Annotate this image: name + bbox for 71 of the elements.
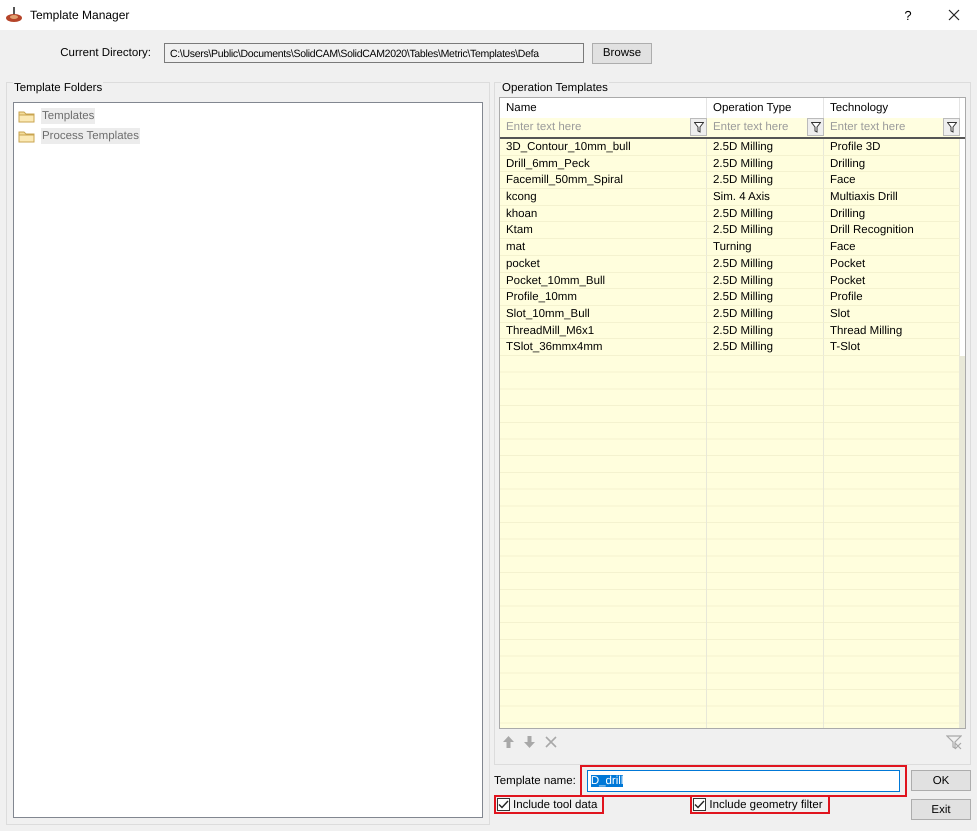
table-cell: Sim. 4 Axis bbox=[707, 189, 824, 206]
checkbox[interactable] bbox=[693, 798, 706, 811]
table-cell: 2.5D Milling bbox=[707, 172, 824, 190]
filter-clear-icon bbox=[946, 734, 962, 750]
tree-item[interactable]: Templates bbox=[41, 108, 96, 124]
table-cell: Facemill_50mm_Spiral bbox=[500, 172, 707, 190]
filter-button[interactable] bbox=[690, 118, 707, 136]
table-cell: 2.5D Milling bbox=[707, 156, 824, 172]
group-title: Operation Templates bbox=[501, 82, 609, 94]
check-icon bbox=[498, 800, 509, 809]
close-icon bbox=[948, 9, 960, 21]
table-cell: Slot_10mm_Bull bbox=[500, 306, 707, 323]
window-title: Template Manager bbox=[30, 8, 130, 22]
table-cell: Face bbox=[824, 172, 960, 190]
table-cell: Pocket_10mm_Bull bbox=[500, 272, 707, 290]
dialog-button[interactable]: OK bbox=[911, 770, 971, 791]
table-cell: Thread Milling bbox=[824, 322, 960, 340]
table-cell: Profile_10mm bbox=[500, 289, 707, 306]
table-cell: Slot bbox=[824, 306, 960, 323]
filter-button[interactable] bbox=[943, 118, 960, 136]
directory-field[interactable]: C:\Users\Public\Documents\SolidCAM\SolidCAM2020\Tables\Metric\Templates\Defa bbox=[164, 43, 584, 63]
checkbox-label: Include tool data bbox=[513, 798, 598, 810]
check-icon bbox=[694, 800, 706, 809]
table-cell: khoan bbox=[500, 206, 707, 222]
table-cell: Drilling bbox=[824, 156, 960, 172]
folder-icon bbox=[18, 129, 36, 143]
table-cell: 2.5D Milling bbox=[707, 339, 824, 356]
table-cell: TSlot_36mmx4mm bbox=[500, 339, 707, 356]
table-cell: Profile 3D bbox=[824, 139, 960, 156]
down-arrow-icon bbox=[524, 736, 535, 748]
table-cell: Pocket bbox=[824, 272, 960, 290]
table-cell: 2.5D Milling bbox=[707, 272, 824, 290]
table-cell: 2.5D Milling bbox=[707, 206, 824, 222]
filter-icon bbox=[694, 122, 704, 132]
table-cell: kcong bbox=[500, 189, 707, 206]
table-cell: Drill Recognition bbox=[824, 222, 960, 240]
table-cell: Drilling bbox=[824, 206, 960, 222]
table-cell: Face bbox=[824, 239, 960, 256]
checkbox[interactable] bbox=[497, 798, 510, 811]
filter-icon bbox=[810, 122, 820, 132]
table-cell: 2.5D Milling bbox=[707, 322, 824, 340]
folder-icon bbox=[18, 109, 36, 123]
up-arrow-icon bbox=[503, 736, 514, 748]
table-cell: Drill_6mm_Peck bbox=[500, 156, 707, 172]
delete-icon bbox=[545, 736, 557, 748]
table-cell: T-Slot bbox=[824, 339, 960, 356]
table-cell: 2.5D Milling bbox=[707, 306, 824, 323]
dialog-button[interactable]: Exit bbox=[911, 799, 971, 820]
table-cell: Pocket bbox=[824, 256, 960, 272]
table-cell: Multiaxis Drill bbox=[824, 189, 960, 206]
template-name-label: Template name: bbox=[494, 775, 576, 787]
table-cell: Profile bbox=[824, 289, 960, 306]
table-cell: 2.5D Milling bbox=[707, 289, 824, 306]
filter-button[interactable] bbox=[807, 118, 824, 136]
table-cell: mat bbox=[500, 239, 707, 256]
template-name-field[interactable]: D_drill bbox=[586, 770, 900, 792]
table-cell: pocket bbox=[500, 256, 707, 272]
browse-button[interactable]: Browse bbox=[592, 42, 652, 64]
directory-label: Current Directory: bbox=[59, 47, 152, 59]
table-cell: 2.5D Milling bbox=[707, 222, 824, 240]
table-cell: ThreadMill_M6x1 bbox=[500, 322, 707, 340]
table-cell: Ktam bbox=[500, 222, 707, 240]
table-cell: 2.5D Milling bbox=[707, 256, 824, 272]
checkbox-label: Include geometry filter bbox=[709, 798, 823, 810]
table-cell: Turning bbox=[707, 239, 824, 256]
app-logo-icon bbox=[5, 6, 23, 24]
table-cell: 2.5D Milling bbox=[707, 139, 824, 156]
filter-icon bbox=[946, 122, 956, 132]
group-title: Template Folders bbox=[13, 82, 104, 94]
tree-item[interactable]: Process Templates bbox=[41, 128, 140, 144]
table-cell: 3D_Contour_10mm_bull bbox=[500, 139, 707, 156]
